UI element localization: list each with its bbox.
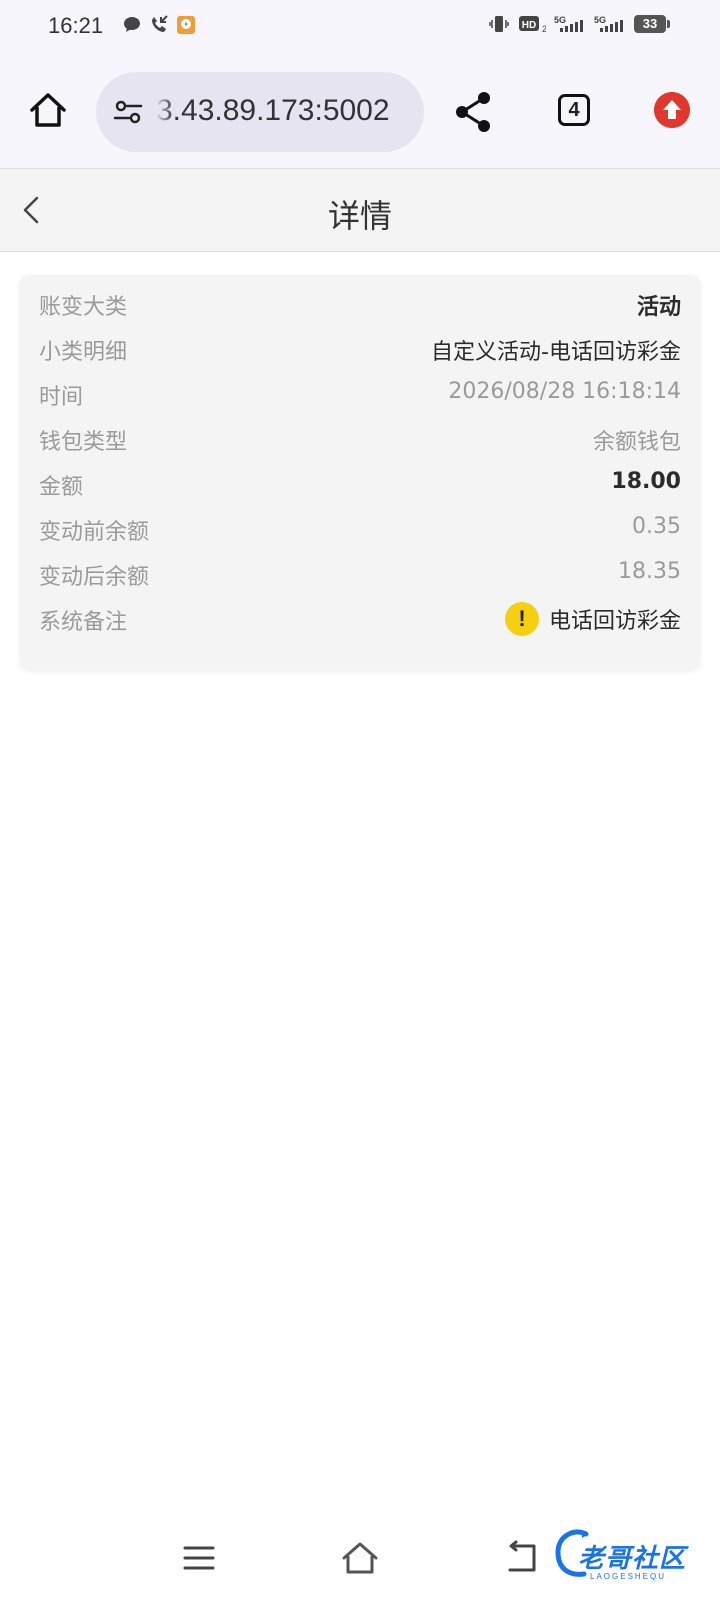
detail-row-balance-before: 变动前余额 0.35: [39, 508, 681, 548]
page-header: 详情: [0, 169, 720, 252]
url-text[interactable]: 3.43.89.173:5002: [156, 94, 390, 128]
detail-row-balance-after: 变动后余额 18.35: [39, 553, 681, 593]
detail-value: 18.00: [611, 469, 681, 494]
missed-call-icon: [152, 15, 168, 32]
detail-label: 钱包类型: [39, 430, 128, 455]
notification-icons: [122, 14, 196, 36]
svg-text:5G: 5G: [554, 15, 566, 25]
detail-value: 自定义活动-电话回访彩金: [431, 340, 681, 365]
signal-5g-icon-2: 5G: [594, 15, 623, 32]
detail-label: 账变大类: [39, 295, 128, 320]
signal-5g-icon: 5G: [554, 15, 583, 32]
watermark-text: 老哥社区: [578, 1544, 687, 1574]
share-icon[interactable]: [454, 90, 494, 134]
warning-icon: !: [504, 602, 539, 636]
watermark-logo: 老哥社区 LAOGESHEQU: [552, 1528, 712, 1586]
detail-value: 0.35: [632, 514, 681, 539]
home-icon[interactable]: [26, 88, 70, 132]
detail-value: 2026/08/28 16:18:14: [448, 379, 681, 404]
svg-text:2: 2: [542, 24, 546, 34]
svg-text:5G: 5G: [594, 15, 606, 25]
status-right-icons: HD 2 5G 5G 33: [488, 14, 670, 34]
detail-label: 小类明细: [39, 340, 128, 365]
remark-text: 电话回访彩金: [548, 609, 681, 634]
detail-value: 余额钱包: [592, 430, 681, 455]
detail-row-remark: 系统备注 ! 电话回访彩金: [39, 598, 681, 648]
detail-label: 变动后余额: [39, 565, 150, 590]
nav-home-icon[interactable]: [340, 1540, 380, 1576]
detail-value: 18.35: [618, 559, 681, 584]
detail-label: 系统备注: [39, 610, 128, 635]
menu-icon[interactable]: [183, 1544, 215, 1572]
detail-row-time: 时间 2026/08/28 16:18:14: [39, 373, 681, 413]
battery-indicator: 33: [634, 15, 670, 33]
hd-icon: HD 2: [519, 16, 546, 34]
detail-label: 变动前余额: [39, 520, 150, 545]
message-icon: [124, 17, 140, 32]
status-time: 16:21: [48, 13, 104, 38]
site-settings-icon[interactable]: [112, 96, 144, 128]
detail-card: 账变大类 活动 小类明细 自定义活动-电话回访彩金 时间 2026/08/28 …: [20, 275, 700, 669]
vibrate-icon: [489, 16, 509, 32]
detail-row-subcategory: 小类明细 自定义活动-电话回访彩金: [39, 328, 681, 368]
browser-toolbar: 3.43.89.173:5002 4: [0, 56, 720, 169]
detail-row-wallet: 钱包类型 余额钱包: [39, 418, 681, 458]
page-title: 详情: [327, 197, 392, 235]
nav-back-icon[interactable]: [504, 1540, 538, 1576]
detail-value: 活动: [636, 295, 681, 320]
url-bar[interactable]: 3.43.89.173:5002: [96, 72, 424, 152]
detail-row-amount: 金额 18.00: [39, 463, 681, 503]
status-bar: 16:21 HD 2 5G 5G 33: [0, 0, 720, 56]
tab-count-button[interactable]: 4: [558, 94, 590, 126]
detail-row-category: 账变大类 活动: [39, 283, 681, 323]
detail-label: 时间: [39, 385, 84, 410]
video-app-icon: [177, 16, 195, 34]
system-nav-bar: 老哥社区 LAOGESHEQU: [0, 1520, 720, 1600]
detail-label: 金额: [39, 475, 84, 500]
update-icon[interactable]: [654, 92, 690, 128]
watermark-subtext: LAOGESHEQU: [590, 1572, 667, 1581]
svg-text:HD: HD: [522, 20, 536, 31]
remark-value: ! 电话回访彩金: [504, 602, 681, 636]
